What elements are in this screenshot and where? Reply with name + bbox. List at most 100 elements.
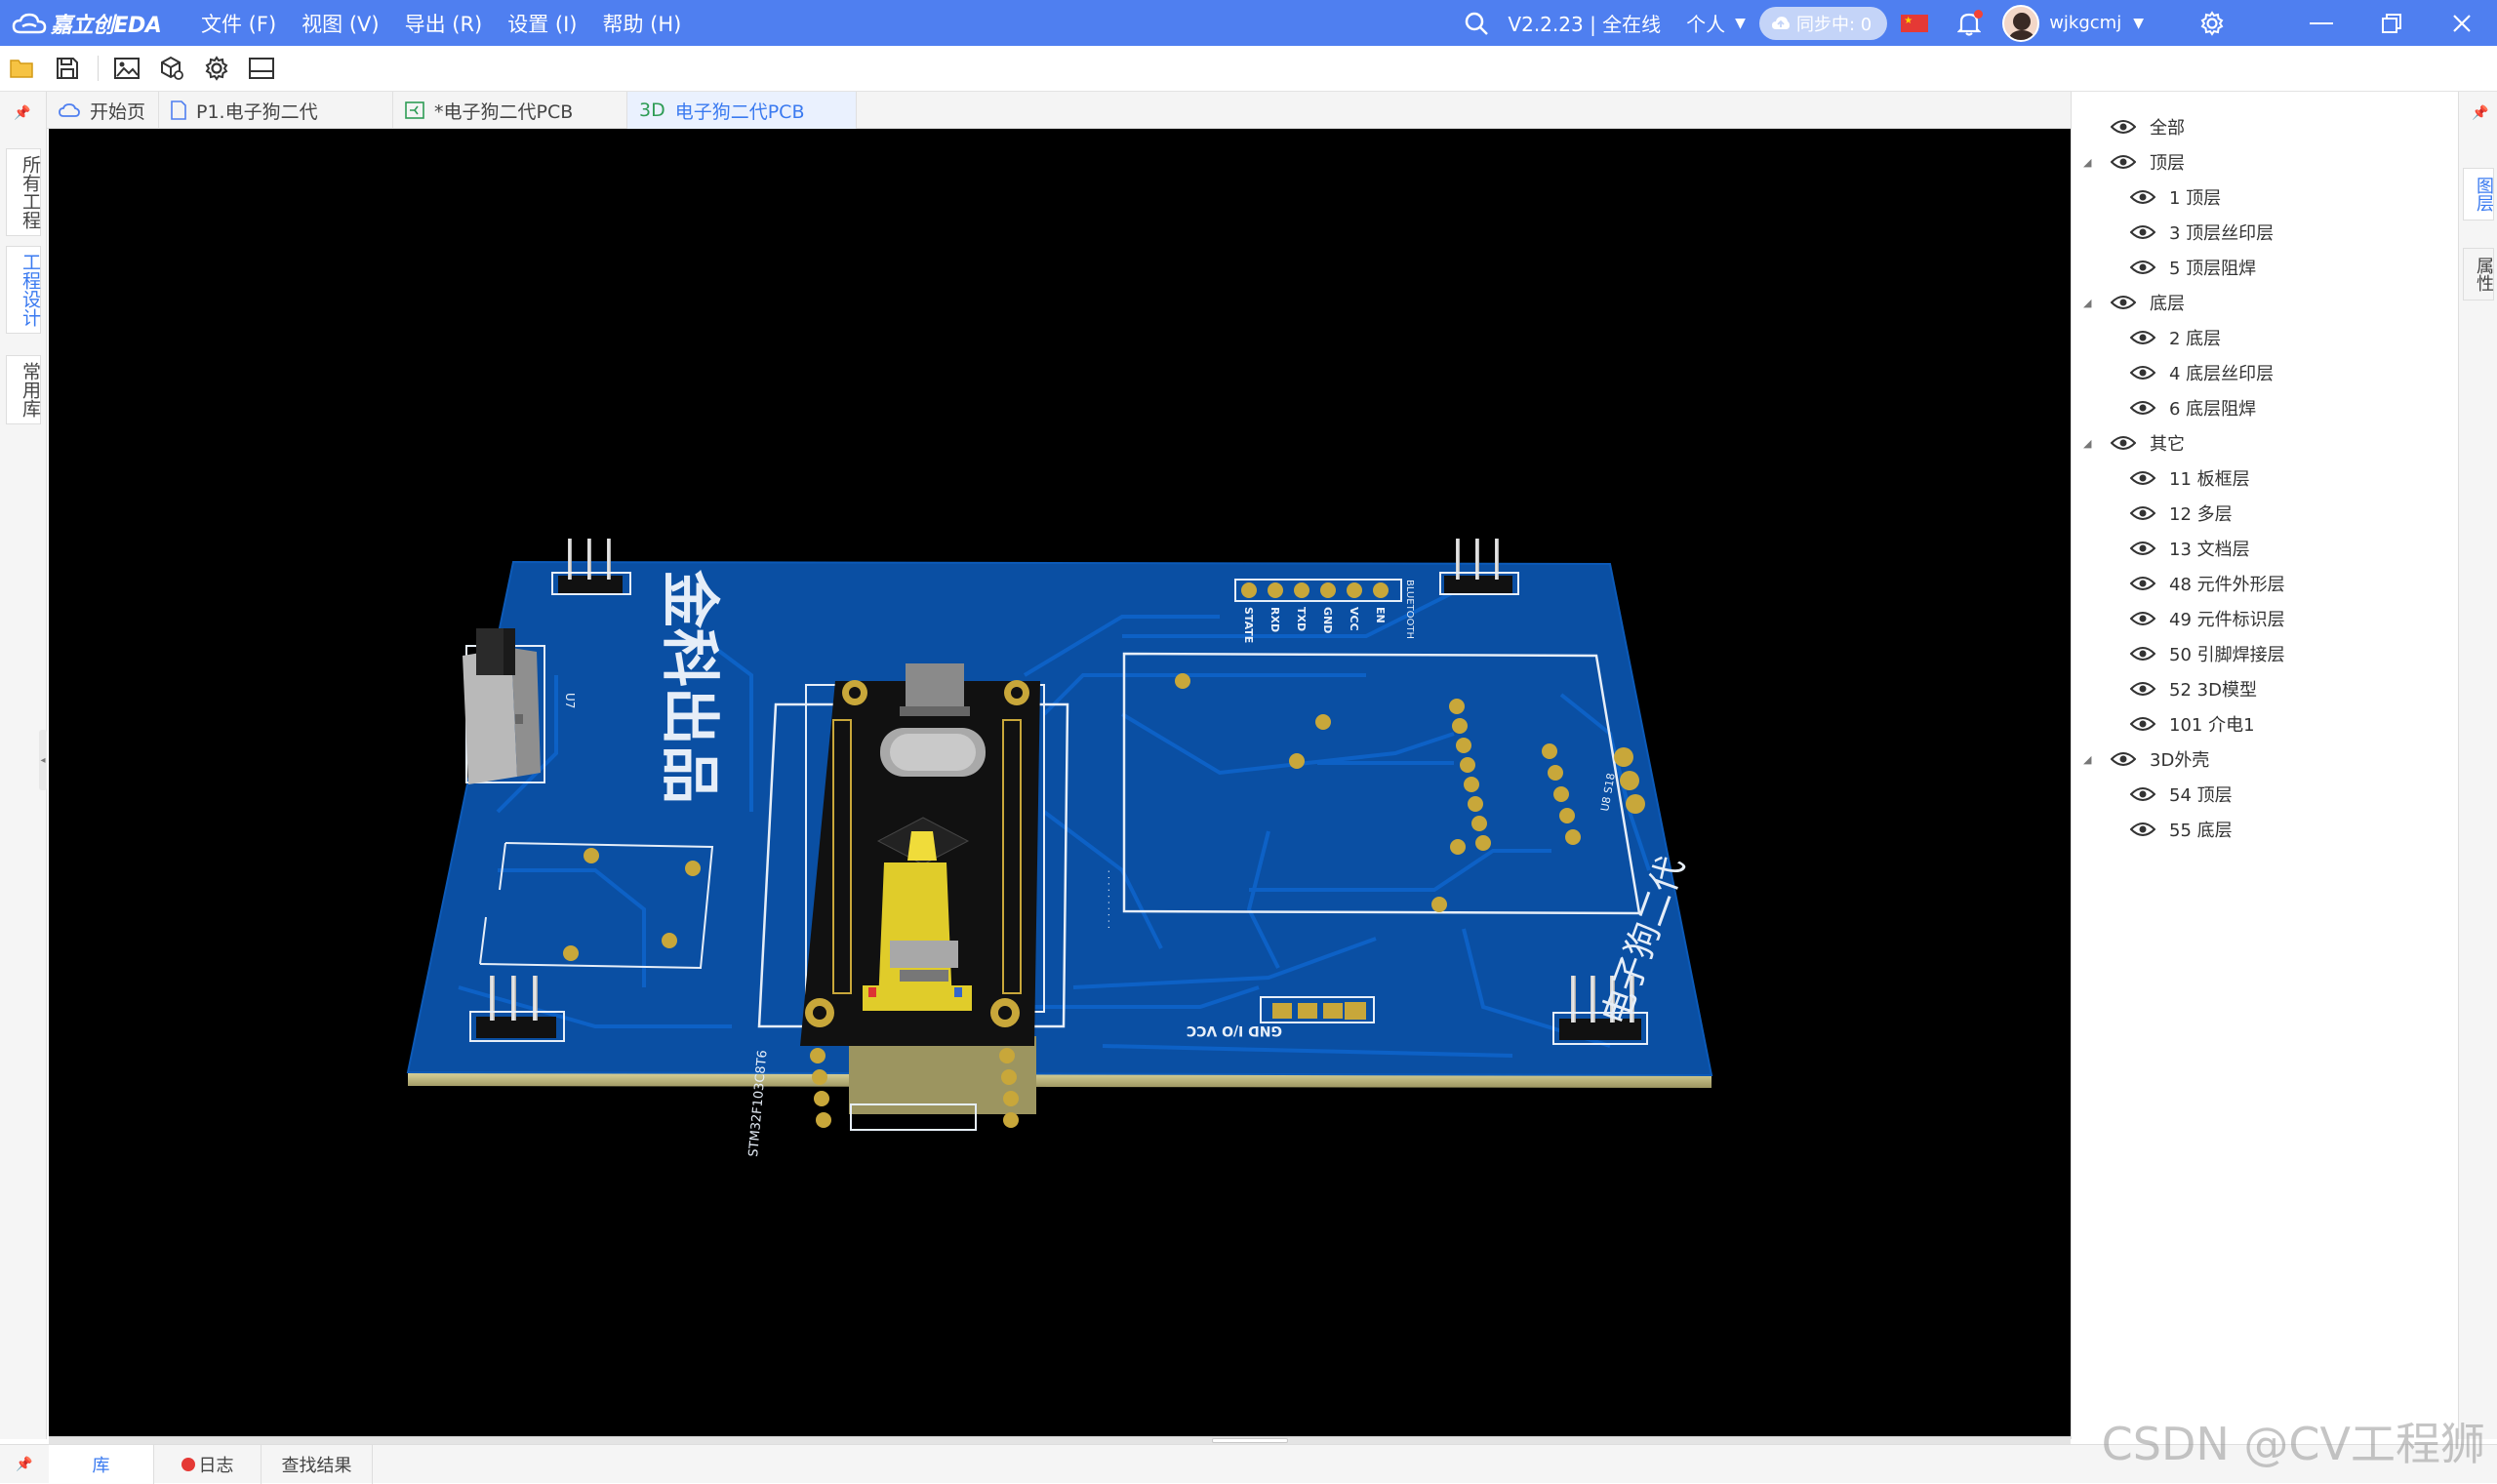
layer-row[interactable]: 12 多层 (2130, 496, 2233, 531)
eye-visibility-icon[interactable] (2130, 681, 2155, 697)
eye-visibility-icon[interactable] (2130, 224, 2155, 240)
menu-view[interactable]: 视图 (V) (302, 9, 379, 38)
expand-triangle-icon[interactable]: ◢ (2083, 297, 2099, 309)
user-caret-down-icon[interactable]: ▼ (2133, 16, 2144, 31)
layer-row[interactable]: 3 顶层丝印层 (2130, 215, 2274, 250)
menu-file[interactable]: 文件 (F) (201, 9, 276, 38)
bottom-splitter[interactable] (49, 1436, 2071, 1444)
tab-layers[interactable]: 图层 (2463, 168, 2494, 221)
layer-label: 1 顶层 (2169, 188, 2222, 209)
layer-row[interactable]: ◢ 顶层 (2083, 144, 2185, 180)
layer-row[interactable]: 48 元件外形层 (2130, 566, 2285, 601)
layer-row[interactable]: 4 底层丝印层 (2130, 355, 2274, 390)
layer-panel: 全部 ◢ 顶层 1 顶层 3 顶层丝印层 5 顶层阻焊 ◢ 底层 2 底层 4 底层丝印层 6 底层… (2071, 92, 2458, 1439)
eye-visibility-icon[interactable] (2130, 470, 2155, 486)
layer-row[interactable]: 54 顶层 (2130, 777, 2233, 812)
tab-log[interactable]: 日志 (154, 1444, 262, 1484)
layer-row[interactable]: 101 介电1 (2130, 706, 2255, 742)
tab-properties[interactable]: 属性 (2463, 248, 2494, 301)
notification-dot (1974, 10, 1984, 19)
tab-pcb[interactable]: *电子狗二代PCB (393, 92, 627, 129)
layer-label: 3D外壳 (2150, 750, 2210, 771)
eye-visibility-icon[interactable] (2130, 716, 2155, 732)
tab-schematic[interactable]: P1.电子狗二代 (159, 92, 393, 129)
tab-find-results[interactable]: 查找结果 (262, 1444, 373, 1484)
avatar[interactable] (2002, 4, 2040, 42)
layer-row[interactable]: 5 顶层阻焊 (2130, 250, 2256, 285)
menu-settings[interactable]: 设置 (I) (507, 9, 577, 38)
eye-visibility-icon[interactable] (2111, 295, 2136, 310)
eye-visibility-icon[interactable] (2130, 505, 2155, 521)
eye-visibility-icon[interactable] (2130, 365, 2155, 381)
layer-row[interactable]: 11 板框层 (2130, 461, 2250, 496)
menu-export[interactable]: 导出 (R) (405, 9, 483, 38)
panel-toggle-icon[interactable] (245, 52, 278, 85)
menu-help[interactable]: 帮助 (H) (603, 9, 682, 38)
cloud-logo-icon (12, 13, 47, 33)
workspace-select[interactable]: 个人 ▼ (1686, 9, 1746, 37)
expand-triangle-icon[interactable]: ◢ (2083, 437, 2099, 450)
3d-viewport[interactable]: U7 金科出品 STM32F103C8T6 STATE RXD TXD GND … (49, 129, 2071, 1436)
eye-visibility-icon[interactable] (2111, 119, 2136, 135)
layer-row[interactable]: ◢ 3D外壳 (2083, 742, 2209, 777)
username[interactable]: wjkgcmj (2049, 13, 2121, 33)
left-collapse-handle[interactable]: ◂ (39, 730, 47, 790)
save-icon[interactable] (51, 52, 84, 85)
layer-label: 底层 (2150, 294, 2185, 314)
gear-icon[interactable] (2193, 0, 2232, 46)
open-folder-icon[interactable] (6, 52, 39, 85)
expand-triangle-icon[interactable]: ◢ (2083, 753, 2099, 766)
tab-all-projects[interactable]: 所有工程 (6, 148, 41, 236)
minimize-icon[interactable] (2286, 0, 2356, 46)
layer-label: 其它 (2150, 434, 2185, 455)
restore-icon[interactable] (2356, 0, 2427, 46)
tab-3d-view[interactable]: 3D 电子狗二代PCB (627, 92, 857, 129)
tab-common-library[interactable]: 常用库 (6, 355, 41, 424)
pin-icon[interactable]: 📌 (0, 1457, 49, 1472)
layer-row[interactable]: ◢ 底层 (2083, 285, 2185, 320)
expand-triangle-icon[interactable]: ◢ (2083, 156, 2099, 169)
sync-status-badge[interactable]: 同步中: 0 (1758, 6, 1888, 40)
app-logo[interactable]: 嘉立创EDA (12, 8, 178, 39)
pin-icon[interactable]: 📌 (14, 105, 30, 121)
eye-visibility-icon[interactable] (2111, 751, 2136, 767)
tab-project-design[interactable]: 工程设计 (6, 246, 41, 334)
eye-visibility-icon[interactable] (2130, 822, 2155, 837)
3d-model-icon[interactable] (155, 52, 188, 85)
eye-visibility-icon[interactable] (2130, 400, 2155, 416)
view-settings-gear-icon[interactable] (200, 52, 233, 85)
splitter-grip[interactable] (1212, 1438, 1288, 1443)
layer-label: 55 底层 (2169, 821, 2233, 841)
layer-row[interactable]: ◢ 其它 (2083, 425, 2185, 461)
eye-visibility-icon[interactable] (2130, 576, 2155, 591)
layer-label: 3 顶层丝印层 (2169, 223, 2275, 244)
layer-row[interactable]: 2 底层 (2130, 320, 2221, 355)
language-flag-icon[interactable] (1901, 14, 1929, 32)
pcb-3d-render[interactable]: U7 金科出品 STM32F103C8T6 STATE RXD TXD GND … (49, 129, 2071, 1436)
export-image-icon[interactable] (110, 52, 143, 85)
mcu-module (800, 663, 1040, 1046)
layer-row[interactable]: 55 底层 (2130, 812, 2233, 847)
eye-visibility-icon[interactable] (2130, 786, 2155, 802)
eye-visibility-icon[interactable] (2111, 435, 2136, 451)
eye-visibility-icon[interactable] (2130, 189, 2155, 205)
layer-row[interactable]: 49 元件标识层 (2130, 601, 2285, 636)
pin-icon[interactable]: 📌 (2472, 105, 2488, 121)
close-icon[interactable] (2427, 0, 2497, 46)
layer-row[interactable]: 全部 (2083, 109, 2185, 144)
eye-visibility-icon[interactable] (2130, 330, 2155, 345)
search-icon[interactable] (1457, 0, 1496, 46)
eye-visibility-icon[interactable] (2130, 646, 2155, 662)
layer-row[interactable]: 1 顶层 (2130, 180, 2221, 215)
layer-row[interactable]: 6 底层阻焊 (2130, 390, 2256, 425)
notification-bell-icon[interactable] (1950, 0, 1989, 46)
eye-visibility-icon[interactable] (2130, 260, 2155, 275)
layer-row[interactable]: 52 3D模型 (2130, 671, 2257, 706)
eye-visibility-icon[interactable] (2130, 541, 2155, 556)
tab-start-page[interactable]: 开始页 (47, 92, 159, 129)
layer-row[interactable]: 13 文档层 (2130, 531, 2250, 566)
layer-row[interactable]: 50 引脚焊接层 (2130, 636, 2285, 671)
eye-visibility-icon[interactable] (2111, 154, 2136, 170)
tab-library[interactable]: 库 (49, 1444, 154, 1484)
eye-visibility-icon[interactable] (2130, 611, 2155, 626)
